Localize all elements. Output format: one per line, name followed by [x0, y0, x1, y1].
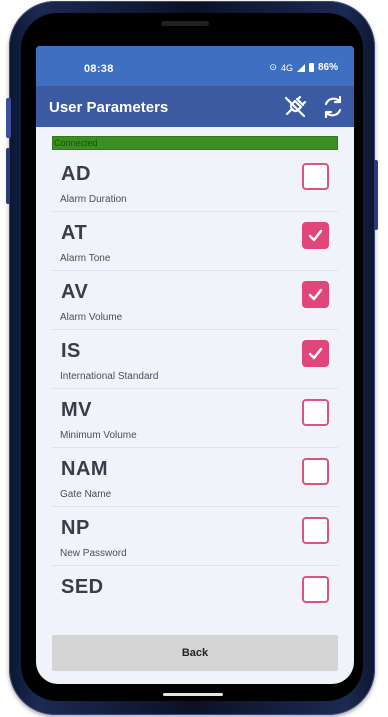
- volume-button: [6, 98, 11, 138]
- parameter-checkbox[interactable]: [302, 458, 329, 485]
- network-label: 4G: [280, 62, 293, 73]
- list-item: MV Minimum Volume: [52, 389, 338, 448]
- app-screen: 08:38 ⊙ 4G 86% User Parameters Connected…: [36, 46, 354, 684]
- signal-icon: [296, 63, 305, 72]
- status-time: 08:38: [84, 63, 114, 75]
- checkmark-icon: [308, 229, 323, 242]
- parameter-code: SED: [61, 576, 104, 598]
- parameter-code: AV: [61, 281, 89, 303]
- side-button: [6, 148, 10, 204]
- parameter-code: AT: [61, 222, 88, 244]
- list-item: NP New Password: [52, 507, 338, 566]
- parameter-checkbox[interactable]: [302, 163, 329, 190]
- home-indicator: [163, 693, 223, 696]
- alarm-icon: ⊙: [269, 62, 277, 72]
- parameter-code: NP: [61, 517, 90, 539]
- app-bar: User Parameters: [36, 86, 354, 127]
- parameter-checkbox[interactable]: [302, 576, 329, 603]
- checkmark-icon: [308, 347, 323, 360]
- parameter-label: New Password: [60, 548, 127, 559]
- parameter-code: NAM: [61, 458, 109, 480]
- parameter-checkbox[interactable]: [302, 281, 329, 308]
- list-item: IS International Standard: [52, 330, 338, 389]
- phone-notch: [113, 13, 273, 39]
- list-item: AD Alarm Duration: [52, 153, 338, 212]
- parameter-label: Minimum Volume: [60, 430, 137, 441]
- list-item: AT Alarm Tone: [52, 212, 338, 271]
- parameter-checkbox[interactable]: [302, 222, 329, 249]
- page-title: User Parameters: [49, 99, 169, 116]
- parameter-code: MV: [61, 399, 92, 421]
- parameter-label: Alarm Duration: [60, 194, 127, 205]
- parameter-code: IS: [61, 340, 81, 362]
- power-button: [374, 160, 378, 230]
- list-item: SED: [52, 566, 338, 625]
- battery-icon: [308, 63, 314, 72]
- connection-status-text: Connected: [54, 138, 98, 148]
- checkmark-icon: [308, 288, 323, 301]
- connection-status-bar: Connected: [52, 136, 338, 150]
- status-bar: 08:38 ⊙ 4G 86%: [36, 46, 354, 86]
- parameter-checkbox[interactable]: [302, 340, 329, 367]
- parameter-checkbox[interactable]: [302, 517, 329, 544]
- parameter-label: International Standard: [60, 371, 159, 382]
- list-item: NAM Gate Name: [52, 448, 338, 507]
- refresh-button[interactable]: [320, 94, 346, 120]
- parameter-code: AD: [61, 163, 91, 185]
- list-item: AV Alarm Volume: [52, 271, 338, 330]
- refresh-icon: [324, 95, 342, 119]
- parameter-label: Gate Name: [60, 489, 112, 500]
- back-button[interactable]: Back: [52, 635, 338, 671]
- earpiece-speaker: [161, 21, 209, 26]
- battery-level: 86%: [317, 62, 338, 73]
- parameter-label: Alarm Volume: [60, 312, 123, 323]
- status-icons: ⊙ 4G 86%: [269, 62, 338, 73]
- parameter-checkbox[interactable]: [302, 399, 329, 426]
- unplug-icon: [284, 95, 307, 118]
- parameter-list: AD Alarm Duration AT Alarm Tone AV Alarm…: [52, 153, 338, 625]
- parameter-label: Alarm Tone: [60, 253, 111, 264]
- disconnect-button[interactable]: [282, 94, 308, 120]
